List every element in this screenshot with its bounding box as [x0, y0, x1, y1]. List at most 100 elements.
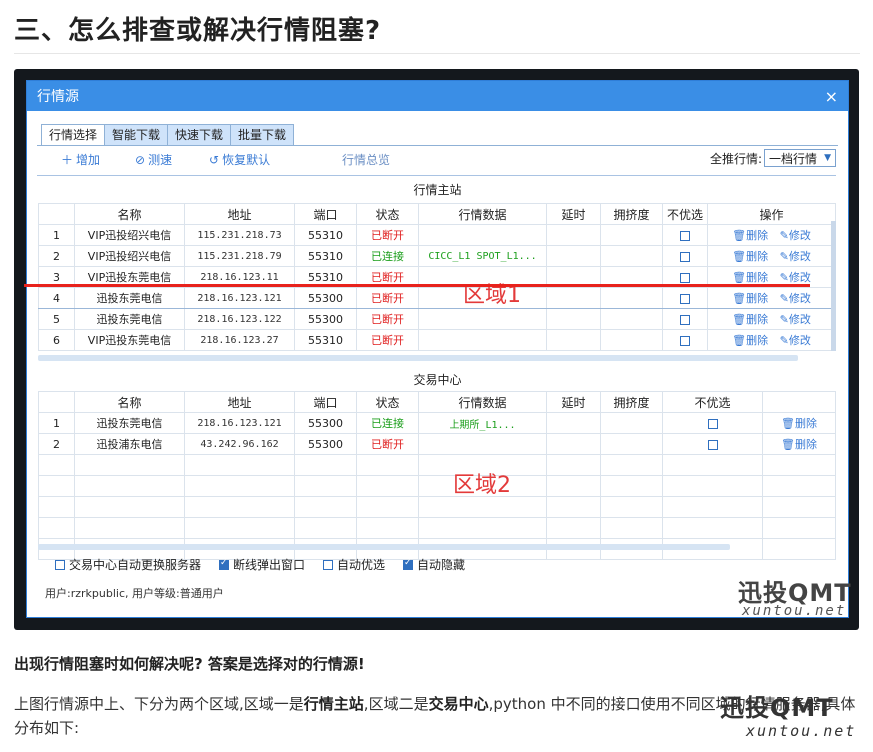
tab-quote-select[interactable]: 行情选择 [41, 124, 106, 146]
table-row[interactable]: 1 VIP迅投绍兴电信 115.231.218.73 55310 已断开 🗑删除… [38, 224, 836, 246]
col-exclude[interactable]: 不优选 [662, 203, 708, 225]
table-row[interactable]: 1 迅投东莞电信 218.16.123.121 55300 已连接 上期所_L1… [38, 412, 836, 434]
toolbar-divider [37, 175, 836, 176]
exclude-checkbox[interactable] [707, 418, 718, 429]
quote-source-dialog: 行情源 × 行情选择 智能下载 快速下载 批量下载 ＋ 增加 ⊘ 测速 ↺ 恢复… [26, 80, 849, 618]
main-horizontal-scrollbar[interactable] [38, 355, 798, 361]
auto-switch-checkbox[interactable] [55, 559, 65, 570]
empty-row [38, 517, 836, 539]
row-index: 1 [38, 412, 75, 434]
row-address: 43.242.96.162 [184, 433, 295, 455]
row-actions: 🗑删除 ✎修改 [707, 287, 836, 309]
col-data[interactable]: 行情数据 [418, 203, 547, 225]
auto-select-checkbox[interactable] [323, 559, 334, 570]
tab-fast-download[interactable]: 快速下载 [167, 124, 232, 145]
col-port[interactable]: 端口 [294, 203, 357, 225]
row-port: 55300 [294, 412, 357, 434]
edit-button[interactable]: ✎修改 [780, 229, 811, 242]
tab-underline [37, 145, 838, 146]
exchange-horizontal-scrollbar[interactable] [38, 544, 730, 550]
delete-button[interactable]: 🗑删除 [732, 334, 768, 347]
row-address: 218.16.123.27 [184, 329, 295, 351]
delete-button[interactable]: 🗑删除 [781, 438, 817, 451]
tab-smart-download[interactable]: 智能下载 [104, 124, 169, 145]
edit-button[interactable]: ✎修改 [780, 250, 811, 263]
delete-button[interactable]: 🗑删除 [732, 313, 768, 326]
col-name[interactable]: 名称 [74, 203, 185, 225]
trash-icon: 🗑 [732, 292, 747, 305]
exclude-checkbox[interactable] [707, 439, 718, 450]
row-delay [546, 308, 601, 330]
option-auto-select[interactable]: 自动优选 [323, 556, 385, 573]
close-button[interactable]: × [825, 87, 838, 106]
col-status[interactable]: 状态 [356, 203, 419, 225]
delete-button[interactable]: 🗑删除 [781, 417, 817, 430]
row-data [418, 224, 547, 246]
restore-default-button[interactable]: ↺ 恢复默认 [209, 151, 270, 168]
col-port[interactable]: 端口 [294, 391, 357, 413]
row-address: 218.16.123.121 [184, 412, 295, 434]
row-data [418, 308, 547, 330]
add-button[interactable]: ＋ 增加 [61, 151, 100, 168]
col-address[interactable]: 地址 [184, 391, 295, 413]
region-divider-annotation [24, 284, 810, 287]
edit-label: 修改 [788, 229, 811, 242]
exclude-checkbox[interactable] [680, 272, 690, 283]
option-auto-hide[interactable]: 自动隐藏 [403, 556, 465, 573]
para-question: 出现行情阻塞时如何解决呢? 答案是选择对的行情源! [14, 655, 365, 673]
auto-hide-checkbox[interactable] [403, 558, 414, 570]
exclude-checkbox[interactable] [680, 293, 690, 304]
speed-test-label: 测速 [148, 153, 173, 167]
trash-icon: 🗑 [781, 438, 795, 451]
page-heading: 三、怎么排查或解决行情阻塞? [14, 16, 382, 46]
exclude-checkbox[interactable] [680, 314, 690, 325]
edit-button[interactable]: ✎修改 [780, 292, 811, 305]
option-auto-switch-server[interactable]: 交易中心自动更换服务器 [55, 556, 201, 573]
row-actions: 🗑删除 [762, 412, 836, 434]
col-crowd[interactable]: 拥挤度 [600, 391, 663, 413]
col-crowd[interactable]: 拥挤度 [600, 203, 663, 225]
row-actions: 🗑删除 ✎修改 [707, 245, 836, 267]
exclude-checkbox[interactable] [680, 251, 690, 262]
summary-link[interactable]: 行情总览 [342, 151, 390, 168]
table-row[interactable]: 4 迅投东莞电信 218.16.123.121 55300 已断开 🗑删除 ✎修… [38, 287, 836, 309]
col-delay[interactable]: 延时 [546, 203, 601, 225]
watermark-logo: 迅投QMT [720, 694, 834, 722]
row-delay [546, 433, 601, 455]
empty-row [38, 475, 836, 497]
delete-button[interactable]: 🗑删除 [732, 250, 768, 263]
disconnect-popup-checkbox[interactable] [219, 558, 230, 570]
row-exclude [662, 329, 708, 351]
col-data[interactable]: 行情数据 [418, 391, 547, 413]
exclude-checkbox[interactable] [680, 335, 690, 346]
zone1-annotation: 区域1 [463, 283, 521, 308]
row-name: 迅投东莞电信 [74, 412, 185, 434]
rank-select[interactable]: 一档行情 ▼ [764, 149, 836, 167]
table-row[interactable]: 2 VIP迅投绍兴电信 115.231.218.79 55310 已连接 CIC… [38, 245, 836, 267]
col-delay[interactable]: 延时 [546, 391, 601, 413]
col-address[interactable]: 地址 [184, 203, 295, 225]
table-row[interactable]: 6 VIP迅投东莞电信 218.16.123.27 55310 已断开 🗑删除 … [38, 329, 836, 351]
edit-button[interactable]: ✎修改 [780, 271, 811, 284]
edit-button[interactable]: ✎修改 [780, 334, 811, 347]
table-row[interactable]: 2 迅投浦东电信 43.242.96.162 55300 已断开 🗑删除 [38, 433, 836, 455]
delete-button[interactable]: 🗑删除 [732, 292, 768, 305]
col-name[interactable]: 名称 [74, 391, 185, 413]
table-row[interactable]: 5 迅投东莞电信 218.16.123.122 55300 已断开 🗑删除 ✎修… [38, 308, 836, 330]
main-vertical-scrollbar[interactable] [831, 221, 836, 351]
watermark-url: xuntou.net [742, 603, 847, 619]
tab-batch-download[interactable]: 批量下载 [230, 124, 295, 145]
col-status[interactable]: 状态 [356, 391, 419, 413]
edit-button[interactable]: ✎修改 [780, 313, 811, 326]
row-data [418, 433, 547, 455]
delete-button[interactable]: 🗑删除 [732, 229, 768, 242]
col-exclude[interactable]: 不优选 [662, 391, 763, 413]
option-disconnect-popup[interactable]: 断线弹出窗口 [219, 556, 305, 573]
speed-test-button[interactable]: ⊘ 测速 [135, 151, 172, 168]
row-port: 55310 [294, 245, 357, 267]
delete-button[interactable]: 🗑删除 [732, 271, 768, 284]
exclude-checkbox[interactable] [680, 230, 690, 241]
dialog-title: 行情源 [37, 89, 79, 105]
toolbar: ＋ 增加 ⊘ 测速 ↺ 恢复默认 行情总览 全推行情: 一档行情 ▼ [37, 149, 836, 173]
watermark-url: xuntou.net [746, 722, 857, 740]
